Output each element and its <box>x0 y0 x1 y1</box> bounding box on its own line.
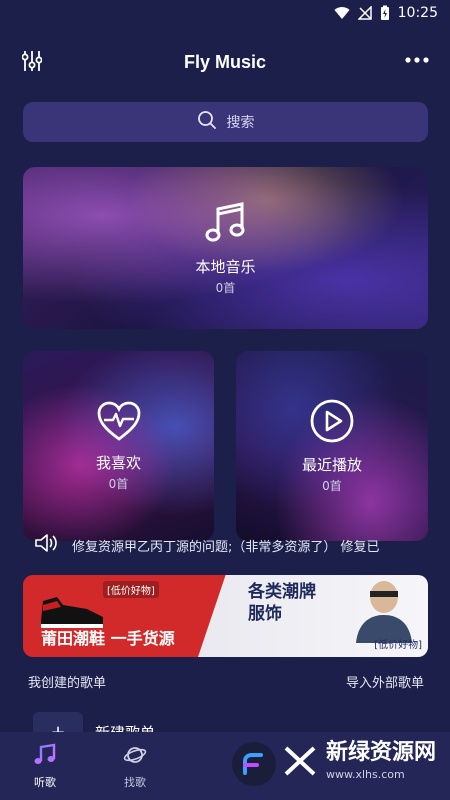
watermark: 新绿资源网 www.xlhs.com <box>231 742 436 786</box>
nav-find[interactable]: 找歌 <box>90 743 180 790</box>
banner-slogan-right-line1: 各类潮牌 <box>248 582 316 602</box>
watermark-logo-icon <box>231 742 276 786</box>
nav-find-label: 找歌 <box>124 775 146 789</box>
banner-tag-left: [低价好物] <box>103 581 159 598</box>
local-music-card[interactable]: 本地音乐 0首 <box>23 167 428 329</box>
local-music-label: 本地音乐 <box>195 258 256 276</box>
status-time: 10:25 <box>397 5 438 21</box>
notice-text: 修复资源甲乙丙丁源的问题;（非常多资源了） 修复已 <box>72 539 380 555</box>
planet-icon <box>123 743 147 770</box>
music-note-nav-icon <box>33 743 57 770</box>
import-external-playlist-link[interactable]: 导入外部歌单 <box>346 672 424 691</box>
recent-label: 最近播放 <box>301 456 362 474</box>
wifi-icon <box>334 6 350 20</box>
banner-slogan-right: 各类潮牌 服饰 <box>248 581 316 625</box>
watermark-text: 新绿资源网 www.xlhs.com <box>326 742 436 786</box>
nav-listen[interactable]: 听歌 <box>0 743 90 790</box>
watermark-brand: 新绿资源网 <box>325 740 436 765</box>
more-icon[interactable] <box>404 50 430 74</box>
banner-slogan-left: 莆田潮鞋 一手货源 <box>41 629 175 648</box>
favorites-card[interactable]: 我喜欢 0首 <box>23 351 214 541</box>
heart-pulse-icon <box>96 400 142 446</box>
equalizer-icon[interactable] <box>21 50 43 76</box>
music-note-icon <box>202 200 248 250</box>
playlist-section-header: 我创建的歌单 导入外部歌单 <box>28 672 424 691</box>
my-created-playlists-label: 我创建的歌单 <box>28 676 107 691</box>
speaker-icon <box>34 533 58 557</box>
recent-card[interactable]: 最近播放 0首 <box>236 351 428 541</box>
search-placeholder: 搜索 <box>226 115 255 131</box>
local-music-count: 0首 <box>215 281 236 295</box>
battery-icon <box>380 5 390 21</box>
search-bar[interactable]: 搜索 <box>23 102 428 142</box>
banner-left-panel: [低价好物] 莆田潮鞋 一手货源 <box>23 575 228 657</box>
watermark-x-icon <box>284 746 318 782</box>
watermark-url: www.xlhs.com <box>325 768 405 781</box>
signal-icon <box>357 6 372 20</box>
app-title: Fly Music <box>183 51 267 72</box>
search-icon <box>197 110 217 134</box>
promo-banner[interactable]: [低价好物] 莆田潮鞋 一手货源 各类潮牌 服饰 [低价好物] <box>23 575 428 657</box>
status-bar: 10:25 <box>0 0 450 26</box>
banner-slogan-right-line2: 服饰 <box>248 604 282 624</box>
recent-count: 0首 <box>322 479 342 493</box>
favorites-count: 0首 <box>108 477 129 491</box>
notice-bar[interactable]: 修复资源甲乙丙丁源的问题;（非常多资源了） 修复已 <box>34 533 414 557</box>
play-circle-icon <box>309 398 355 448</box>
header: Fly Music <box>0 40 450 84</box>
favorites-label: 我喜欢 <box>95 454 141 472</box>
banner-tag-right: [低价好物] <box>374 640 422 651</box>
nav-listen-label: 听歌 <box>34 775 56 789</box>
